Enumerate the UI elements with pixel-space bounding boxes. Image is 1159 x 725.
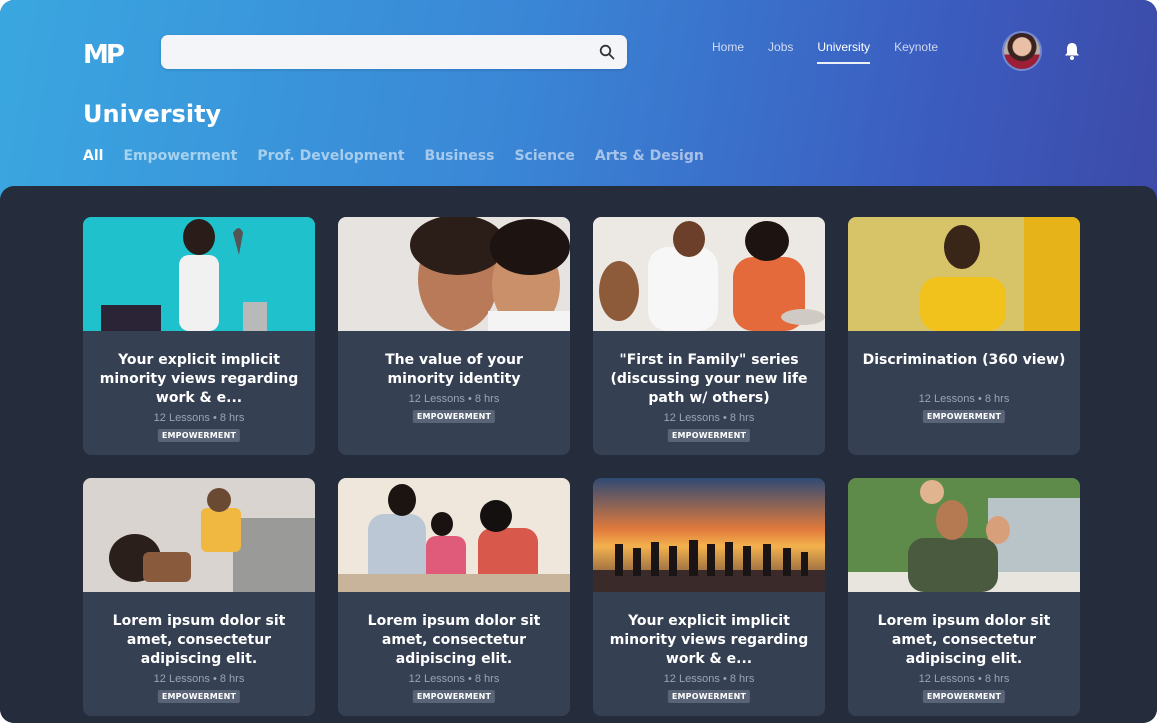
course-thumbnail bbox=[83, 478, 315, 592]
course-meta: 12 Lessons • 8 hrs bbox=[663, 412, 755, 424]
course-thumbnail bbox=[848, 478, 1080, 592]
course-meta: 12 Lessons • 8 hrs bbox=[918, 393, 1010, 405]
course-title: Your explicit implicit minority views re… bbox=[609, 613, 809, 667]
tab-science[interactable]: Science bbox=[514, 148, 574, 164]
course-title: Lorem ipsum dolor sit amet, consectetur … bbox=[877, 613, 1051, 667]
course-title: The value of your minority identity bbox=[385, 352, 523, 387]
category-badge: EMPOWERMENT bbox=[412, 410, 496, 423]
course-title: Lorem ipsum dolor sit amet, consectetur … bbox=[367, 613, 541, 667]
logo[interactable]: MP bbox=[83, 40, 125, 70]
course-card[interactable]: Lorem ipsum dolor sit amet, consectetur … bbox=[848, 478, 1080, 716]
course-title: Your explicit implicit minority views re… bbox=[99, 352, 299, 406]
category-badge: EMPOWERMENT bbox=[667, 429, 751, 442]
search-icon[interactable] bbox=[599, 44, 615, 60]
top-nav: Home Jobs University Keynote bbox=[712, 40, 962, 64]
course-card[interactable]: Discrimination (360 view) 12 Lessons • 8… bbox=[848, 217, 1080, 455]
search-input[interactable] bbox=[173, 41, 597, 65]
nav-jobs[interactable]: Jobs bbox=[768, 40, 793, 64]
category-badge: EMPOWERMENT bbox=[922, 690, 1006, 703]
course-card[interactable]: The value of your minority identity 12 L… bbox=[338, 217, 570, 455]
tab-business[interactable]: Business bbox=[425, 148, 495, 164]
course-card[interactable]: "First in Family" series (discussing you… bbox=[593, 217, 825, 455]
course-title: Discrimination (360 view) bbox=[862, 352, 1066, 368]
nav-home[interactable]: Home bbox=[712, 40, 744, 64]
course-meta: 12 Lessons • 8 hrs bbox=[153, 412, 245, 424]
course-thumbnail bbox=[593, 478, 825, 592]
course-card[interactable]: Lorem ipsum dolor sit amet, consectetur … bbox=[338, 478, 570, 716]
course-meta: 12 Lessons • 8 hrs bbox=[153, 673, 245, 685]
tab-arts-design[interactable]: Arts & Design bbox=[595, 148, 704, 164]
course-thumbnail bbox=[338, 217, 570, 331]
course-thumbnail bbox=[848, 217, 1080, 331]
bell-icon[interactable] bbox=[1062, 41, 1082, 61]
tab-prof-development[interactable]: Prof. Development bbox=[257, 148, 404, 164]
course-title: Lorem ipsum dolor sit amet, consectetur … bbox=[112, 613, 286, 667]
category-badge: EMPOWERMENT bbox=[667, 690, 751, 703]
course-title: "First in Family" series (discussing you… bbox=[610, 352, 808, 406]
category-badge: EMPOWERMENT bbox=[157, 429, 241, 442]
category-badge: EMPOWERMENT bbox=[922, 410, 1006, 423]
course-card[interactable]: Lorem ipsum dolor sit amet, consectetur … bbox=[83, 478, 315, 716]
nav-keynote[interactable]: Keynote bbox=[894, 40, 938, 64]
course-card[interactable]: Your explicit implicit minority views re… bbox=[83, 217, 315, 455]
course-thumbnail bbox=[338, 478, 570, 592]
tab-all[interactable]: All bbox=[83, 148, 103, 164]
tab-empowerment[interactable]: Empowerment bbox=[123, 148, 237, 164]
course-thumbnail bbox=[593, 217, 825, 331]
search-bar[interactable] bbox=[161, 35, 627, 69]
course-thumbnail bbox=[83, 217, 315, 331]
course-meta: 12 Lessons • 8 hrs bbox=[408, 393, 500, 405]
course-grid: Your explicit implicit minority views re… bbox=[0, 186, 1157, 723]
app-window: MP Home Jobs University Keynote Universi… bbox=[0, 0, 1157, 723]
course-meta: 12 Lessons • 8 hrs bbox=[408, 673, 500, 685]
category-tabs: All Empowerment Prof. Development Busine… bbox=[83, 148, 724, 164]
page-title: University bbox=[83, 100, 222, 128]
course-meta: 12 Lessons • 8 hrs bbox=[918, 673, 1010, 685]
hero-header: MP Home Jobs University Keynote Universi… bbox=[0, 0, 1157, 210]
nav-university[interactable]: University bbox=[817, 40, 871, 64]
course-meta: 12 Lessons • 8 hrs bbox=[663, 673, 755, 685]
course-card[interactable]: Your explicit implicit minority views re… bbox=[593, 478, 825, 716]
category-badge: EMPOWERMENT bbox=[157, 690, 241, 703]
category-badge: EMPOWERMENT bbox=[412, 690, 496, 703]
avatar[interactable] bbox=[1004, 33, 1040, 69]
